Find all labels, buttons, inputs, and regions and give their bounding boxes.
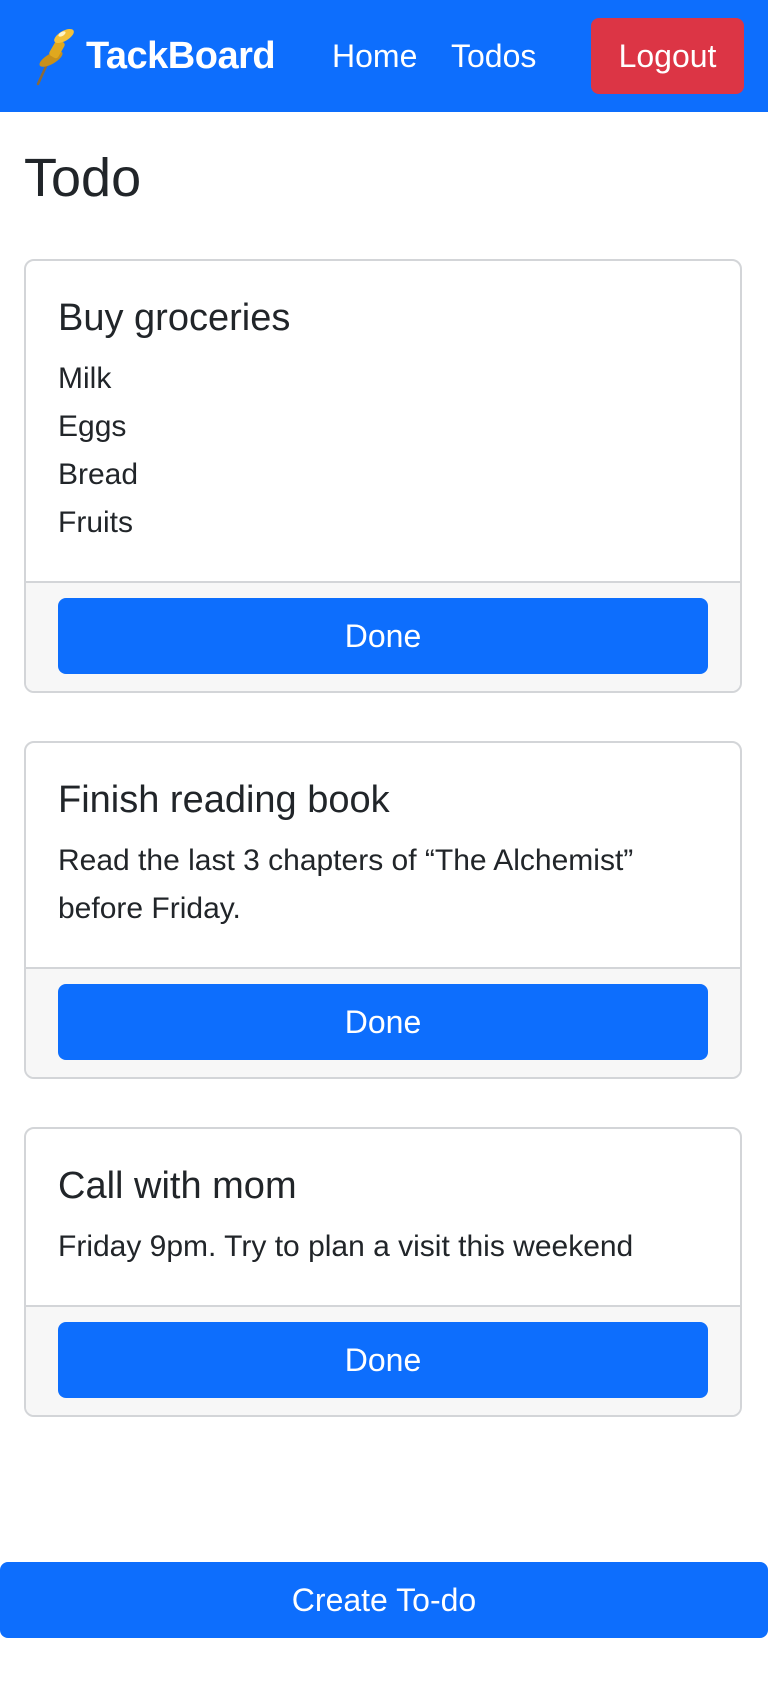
done-button[interactable]: Done	[58, 984, 708, 1060]
todo-line: Friday 9pm. Try to plan a visit this wee…	[58, 1230, 634, 1263]
nav-link-home[interactable]: Home	[332, 36, 417, 76]
todo-card: Finish reading book Read the last 3 chap…	[24, 741, 742, 1079]
todo-card-body: Call with mom Friday 9pm. Try to plan a …	[26, 1129, 740, 1271]
todo-card-body: Finish reading book Read the last 3 chap…	[26, 743, 740, 933]
logout-button[interactable]: Logout	[591, 18, 744, 94]
todo-card-footer: Done	[26, 967, 740, 1077]
todo-line: Milk	[58, 362, 112, 395]
done-button[interactable]: Done	[58, 1322, 708, 1398]
todo-line: Read the last 3 chapters of “The Alchemi…	[58, 844, 634, 877]
done-button[interactable]: Done	[58, 598, 708, 674]
pushpin-icon	[36, 29, 74, 86]
todo-title: Finish reading book	[58, 779, 390, 821]
todo-line: before Friday.	[58, 892, 241, 925]
todo-card: Call with mom Friday 9pm. Try to plan a …	[24, 1127, 742, 1417]
todo-card-footer: Done	[26, 1305, 740, 1415]
todo-description: Milk Eggs Bread Fruits	[58, 355, 708, 547]
navbar: TackBoard Home Todos Logout	[0, 0, 768, 112]
todo-card: Buy groceries Milk Eggs Bread Fruits Don…	[24, 259, 742, 693]
todo-line: Fruits	[58, 506, 133, 539]
todo-line: Bread	[58, 458, 139, 491]
todo-card-body: Buy groceries Milk Eggs Bread Fruits	[26, 261, 740, 547]
todo-line: Eggs	[58, 410, 127, 443]
brand-name: TackBoard	[86, 34, 276, 77]
brand[interactable]: TackBoard	[32, 26, 276, 86]
nav-link-todos[interactable]: Todos	[451, 36, 536, 76]
todo-description: Read the last 3 chapters of “The Alchemi…	[58, 837, 708, 933]
todo-title: Call with mom	[58, 1165, 297, 1207]
create-todo-button[interactable]: Create To-do	[0, 1562, 768, 1638]
page-title: Todo	[24, 148, 142, 208]
todo-title: Buy groceries	[58, 297, 291, 339]
todo-description: Friday 9pm. Try to plan a visit this wee…	[58, 1223, 708, 1271]
todo-card-footer: Done	[26, 581, 740, 691]
